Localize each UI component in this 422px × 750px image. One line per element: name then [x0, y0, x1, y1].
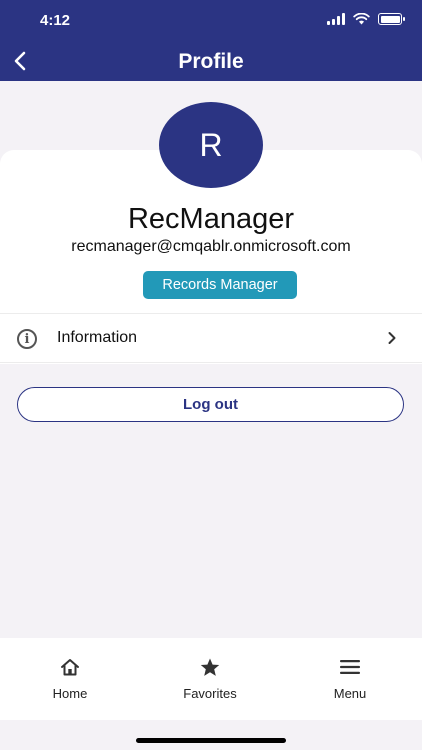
status-icons — [327, 13, 405, 25]
role-label: Records Manager — [162, 277, 278, 293]
logout-button[interactable]: Log out — [17, 387, 404, 422]
battery-icon — [378, 13, 405, 25]
page-title: Profile — [178, 50, 244, 73]
hamburger-menu-icon — [340, 660, 360, 674]
tab-label: Menu — [333, 686, 367, 701]
tab-home[interactable]: Home — [0, 638, 140, 720]
profile-email: recmanager@cmqablr.onmicrosoft.com — [71, 238, 351, 255]
avatar: R — [159, 102, 263, 188]
info-icon: i — [17, 329, 37, 349]
star-icon — [200, 658, 220, 676]
home-indicator — [136, 738, 286, 743]
profile-name: RecManager — [127, 203, 295, 235]
wifi-icon — [353, 13, 370, 25]
home-icon — [61, 659, 79, 676]
tab-menu[interactable]: Menu — [280, 638, 420, 720]
bottom-tab-bar: Home Favorites Menu — [0, 638, 422, 720]
information-row[interactable]: i Information — [0, 313, 422, 363]
role-badge: Records Manager — [143, 271, 297, 299]
signal-icon — [327, 13, 345, 25]
avatar-initial: R — [199, 126, 223, 163]
chevron-right-icon — [388, 332, 396, 344]
tab-label: Home — [52, 686, 88, 701]
tab-label: Favorites — [183, 686, 237, 701]
tab-favorites[interactable]: Favorites — [140, 638, 280, 720]
information-label: Information — [57, 329, 138, 346]
top-app-bar: 4:12 Profile — [0, 0, 422, 81]
logout-label: Log out — [183, 396, 238, 413]
status-time: 4:12 — [40, 12, 71, 29]
